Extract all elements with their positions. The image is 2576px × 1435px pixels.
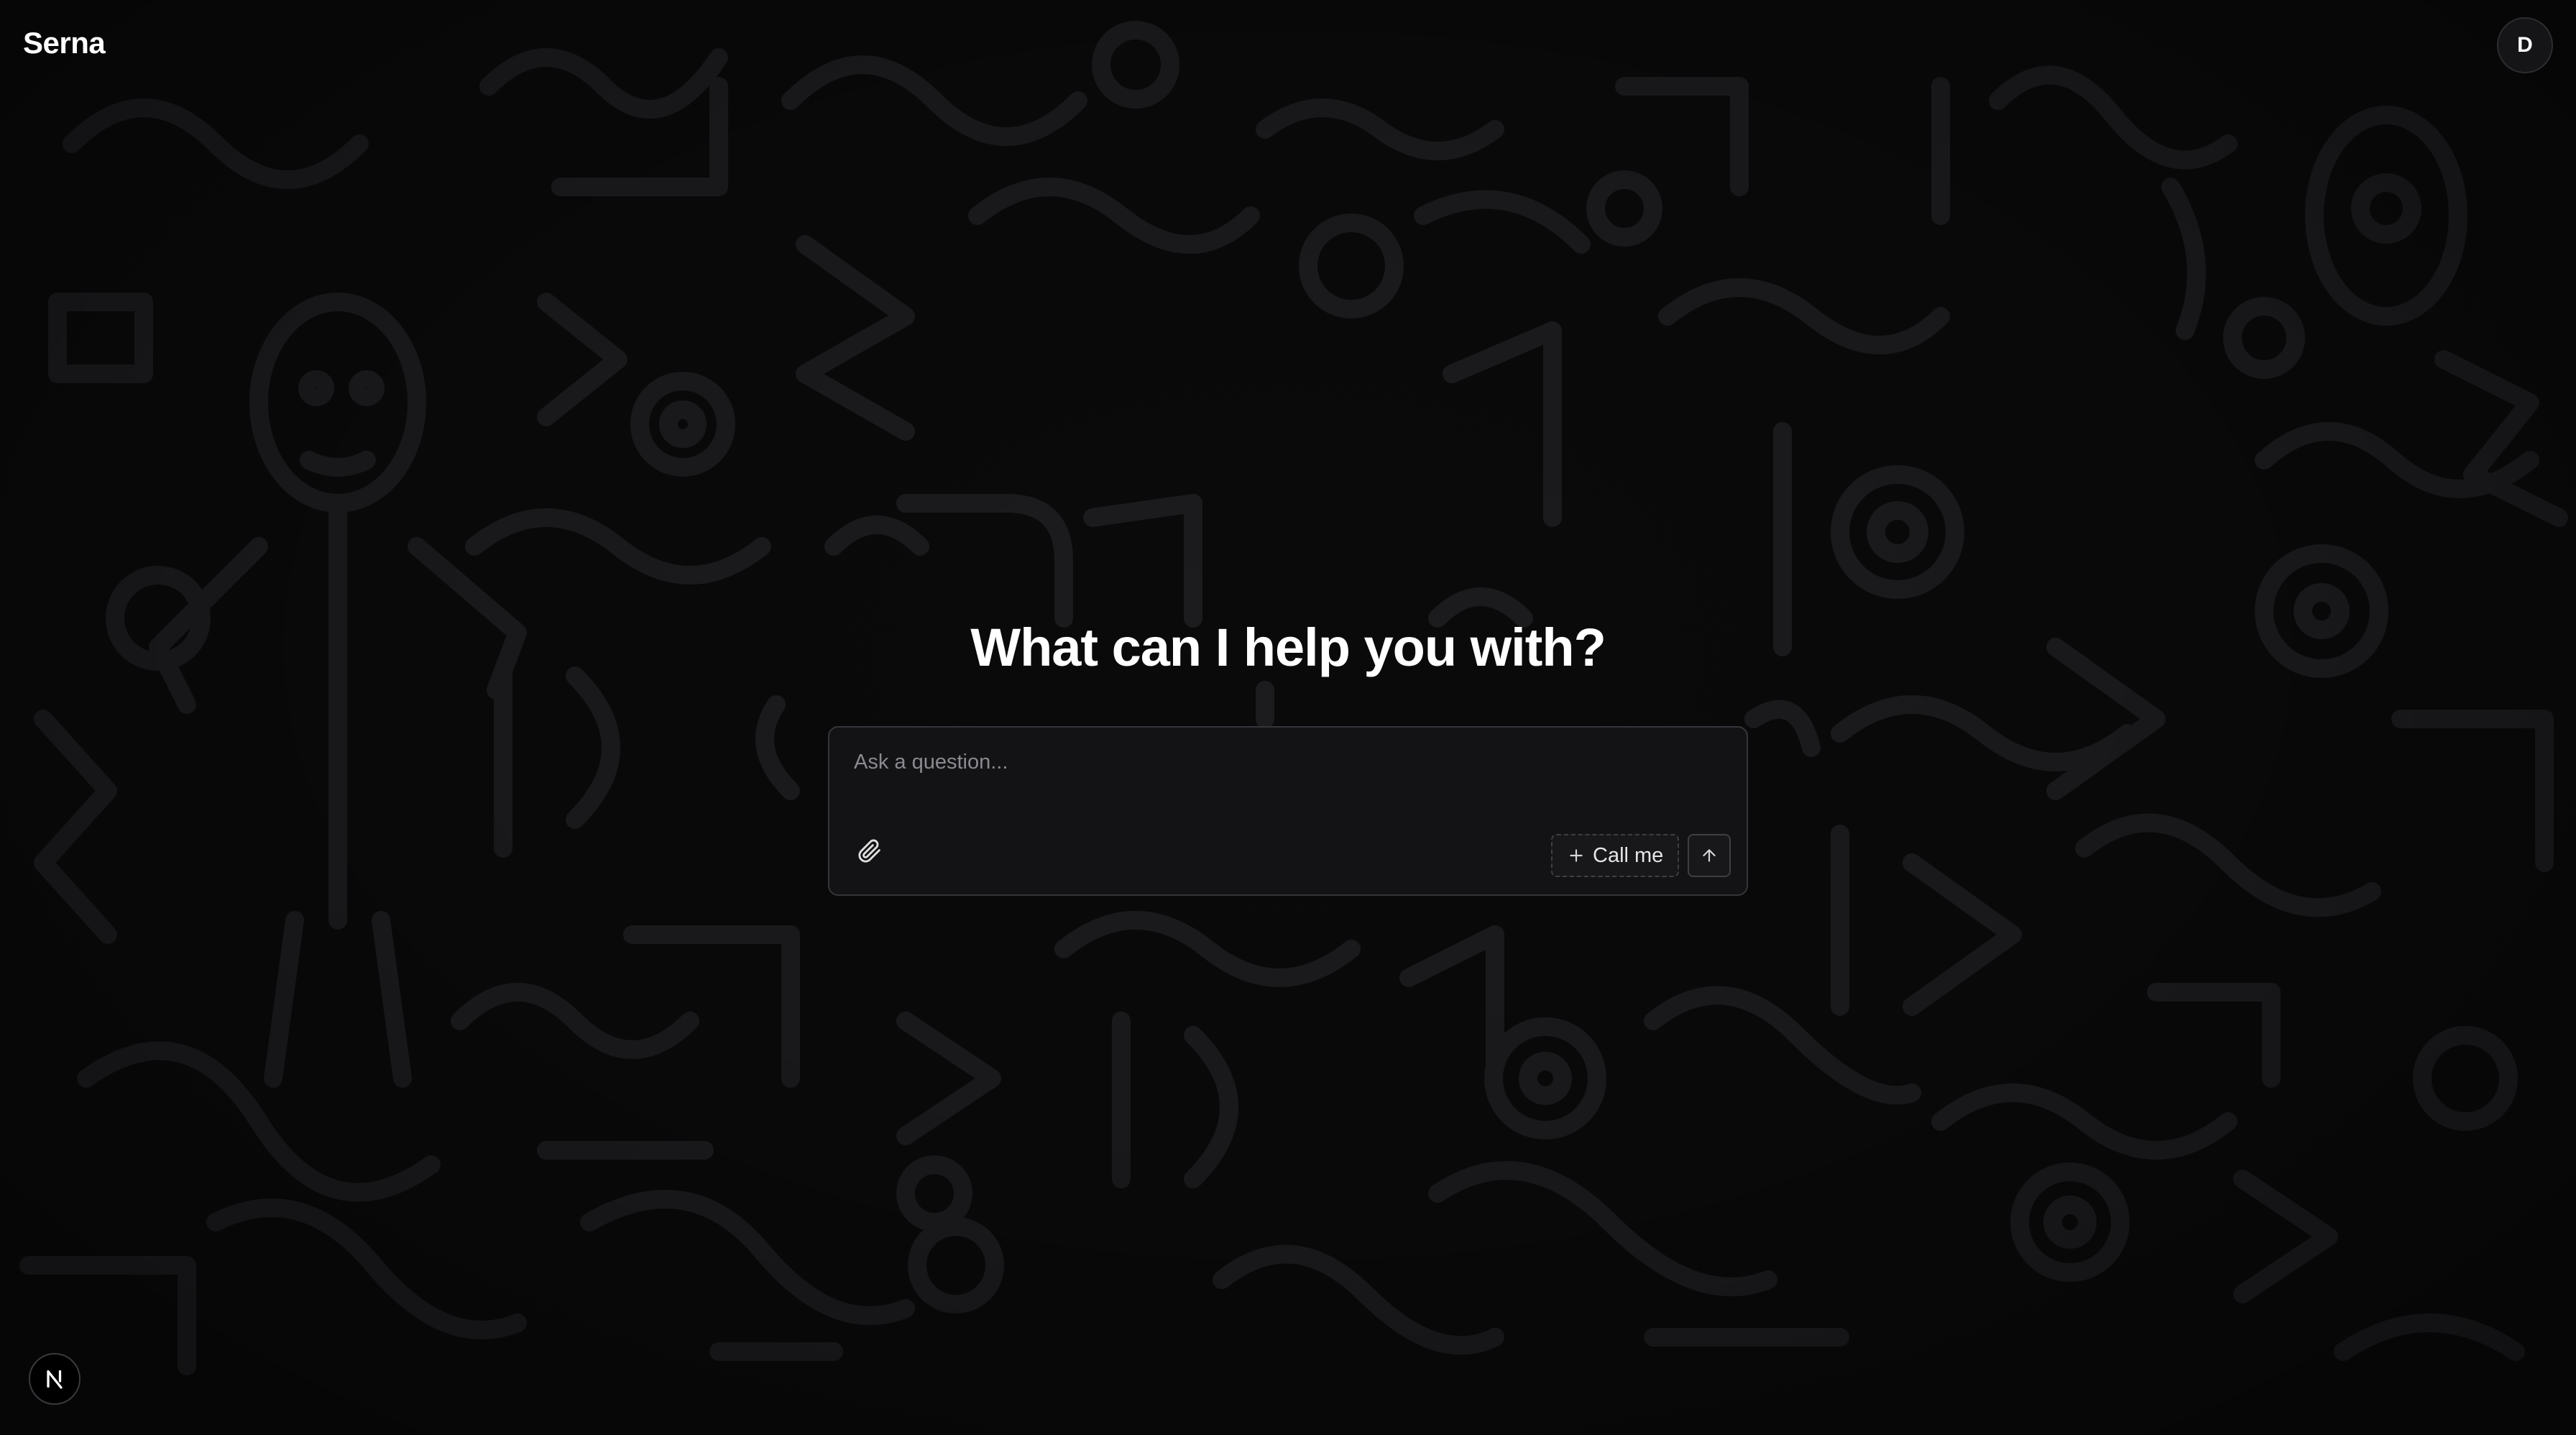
arrow-up-icon (1703, 849, 1716, 862)
chat-composer: Call me (828, 726, 1748, 896)
user-avatar[interactable]: D (2497, 17, 2553, 73)
nextjs-n-icon (47, 1370, 63, 1389)
nextjs-badge[interactable] (29, 1353, 80, 1405)
paperclip-icon (858, 839, 880, 863)
page-title: What can I help you with? (970, 618, 1606, 677)
call-me-button[interactable]: Call me (1551, 834, 1680, 877)
call-me-label: Call me (1593, 843, 1664, 867)
app-page: Serna D What can I help you with? Call m… (0, 0, 2576, 1435)
attach-button[interactable] (852, 834, 887, 868)
avatar-initial: D (2517, 33, 2533, 57)
doodle-background (19, 21, 2568, 1375)
brand-logo[interactable]: Serna (23, 26, 106, 60)
send-button[interactable] (1688, 834, 1731, 877)
question-input[interactable] (852, 749, 1718, 810)
plus-icon (1570, 849, 1583, 862)
